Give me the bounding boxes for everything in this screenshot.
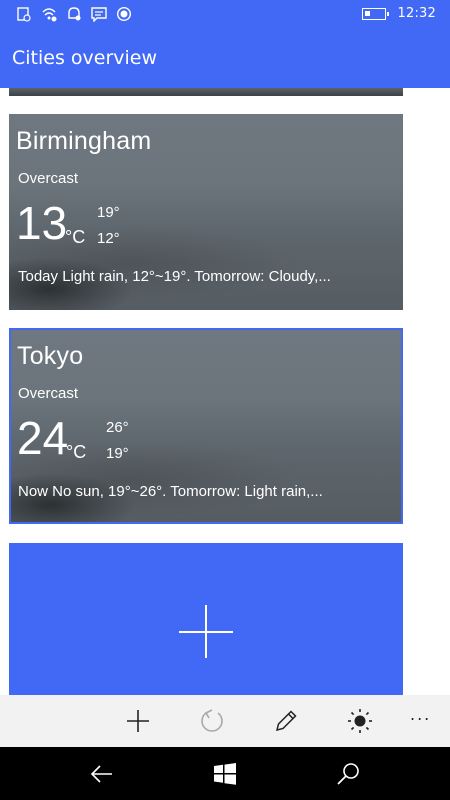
city-name: Birmingham (16, 127, 152, 155)
status-time: 12:32 (397, 6, 436, 21)
brightness-icon (348, 709, 372, 733)
back-button[interactable] (88, 760, 116, 788)
record-icon (116, 6, 132, 22)
city-card-birmingham[interactable]: Birmingham Overcast 13 °C 19° 12° Today … (9, 114, 403, 310)
back-icon (90, 765, 112, 783)
high-temperature: 26° (106, 419, 129, 436)
forecast-summary: Now No sun, 19°~26°. Tomorrow: Light rai… (18, 483, 323, 500)
brightness-button[interactable] (346, 707, 374, 735)
low-temperature: 12° (97, 230, 120, 247)
add-button[interactable] (124, 707, 152, 735)
cities-list[interactable]: Birmingham Overcast 13 °C 19° 12° Today … (0, 88, 450, 695)
city-condition: Overcast (18, 385, 79, 402)
mobile-data-icon (16, 6, 32, 22)
windows-start-icon (214, 763, 236, 785)
add-city-tile[interactable] (9, 543, 403, 695)
message-icon (91, 6, 107, 23)
city-name: Tokyo (17, 342, 84, 370)
temperature-unit: °C (65, 227, 86, 247)
more-button[interactable]: ... (410, 705, 438, 733)
city-temperature: 24 (17, 412, 69, 464)
search-icon (337, 763, 359, 785)
city-card-tokyo[interactable]: Tokyo Overcast 24 °C 26° 19° Now No sun,… (9, 328, 403, 524)
notification-icon (66, 6, 82, 22)
refresh-icon (201, 709, 223, 732)
start-button[interactable] (211, 760, 239, 788)
city-card-partial[interactable] (9, 88, 403, 96)
search-button[interactable] (334, 760, 362, 788)
high-temperature: 19° (97, 204, 120, 221)
temperature-unit: °C (66, 442, 87, 462)
edit-button[interactable] (272, 707, 300, 735)
page-title: Cities overview (12, 47, 158, 69)
battery-icon (361, 7, 389, 20)
add-icon (127, 710, 149, 732)
city-temperature: 13 (16, 197, 68, 249)
forecast-summary: Today Light rain, 12°~19°. Tomorrow: Clo… (18, 268, 331, 285)
title-bar: Cities overview (0, 32, 450, 88)
wifi-call-icon (41, 6, 57, 22)
status-icons (16, 6, 132, 23)
edit-icon (275, 710, 297, 732)
low-temperature: 19° (106, 445, 129, 462)
navigation-bar (0, 747, 450, 800)
app-bar: ... (0, 695, 450, 747)
city-condition: Overcast (18, 170, 79, 187)
status-bar: 12:32 (0, 0, 450, 32)
refresh-button[interactable] (198, 707, 226, 735)
